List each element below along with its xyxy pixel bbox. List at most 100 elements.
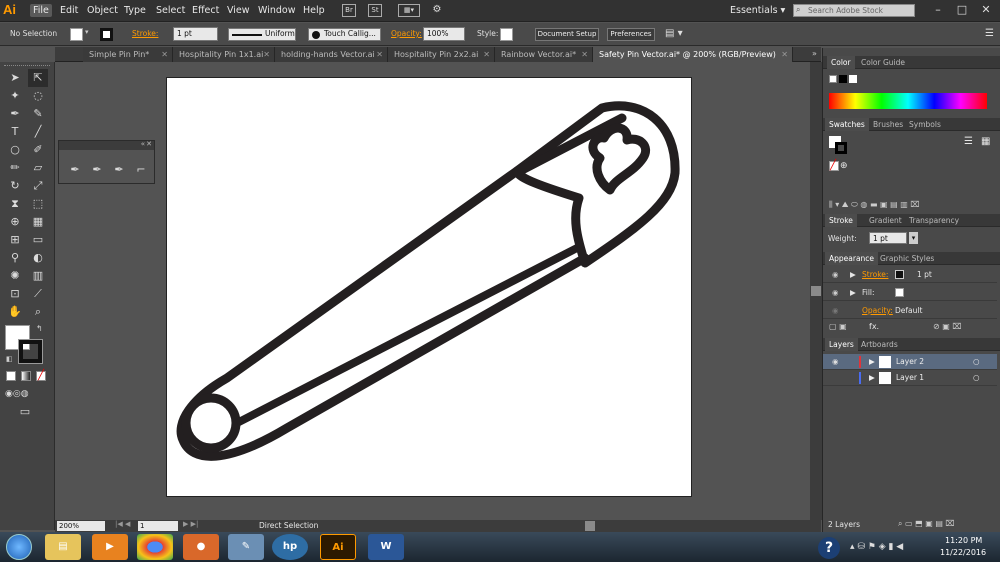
eyedropper-tool-icon[interactable]: ⚲ xyxy=(5,249,25,267)
system-tray-icons[interactable]: ▴ ⛁ ⚑ ◈ ▮ ◀ xyxy=(850,542,903,552)
appearance-stroke-swatch[interactable] xyxy=(895,270,904,279)
tab-hospitality-1x1[interactable]: Hospitality Pin 1x1.ai ✕ xyxy=(173,47,275,62)
tabs-overflow-icon[interactable]: » xyxy=(812,49,817,58)
arrange-icon[interactable]: ▤ ▾ xyxy=(665,27,683,41)
target-circle-icon[interactable]: ○ xyxy=(973,370,980,386)
white-swatch[interactable] xyxy=(849,75,857,83)
shape-builder-tool-icon[interactable]: ⊕ xyxy=(5,213,25,231)
layer-name[interactable]: Layer 1 xyxy=(896,370,924,386)
gradient-mode-button[interactable] xyxy=(21,371,31,381)
mesh-tool-icon[interactable]: ⊞ xyxy=(5,231,25,249)
menu-edit[interactable]: Edit xyxy=(57,4,81,17)
tab-safety-pin[interactable]: Safety Pin Vector.ai* @ 200% (RGB/Previe… xyxy=(593,47,793,62)
tab-swatches[interactable]: Swatches xyxy=(825,118,869,131)
tab-color[interactable]: Color xyxy=(827,56,855,69)
swatches-footer-icons[interactable]: ⫼ ▾ ⛰ ⬭ ◍ ▬ ▣ ▤ ▥ ⌧ xyxy=(829,200,920,210)
weight-dropdown-icon[interactable]: ▾ xyxy=(909,232,918,244)
layers-footer-icons[interactable]: ⌕ ▭ ⬒ ▣ ▤ ⌧ xyxy=(898,519,955,529)
expand-arrow-icon[interactable]: ▶ xyxy=(869,354,875,370)
pen-tool-icon[interactable]: ✒ xyxy=(65,161,85,179)
style-swatch[interactable] xyxy=(500,28,513,41)
menu-type[interactable]: Type xyxy=(121,4,149,17)
clear-appearance-icon[interactable]: ⊘ ▣ ⌧ xyxy=(933,322,962,331)
expand-arrow-icon[interactable]: ▶ xyxy=(869,370,875,386)
hand-tool-icon[interactable]: ✋ xyxy=(5,303,25,321)
close-tab-icon[interactable]: ✕ xyxy=(161,47,168,62)
help-icon[interactable]: ? xyxy=(818,537,840,559)
grid-view-icon[interactable]: ▦ xyxy=(981,136,990,147)
scale-tool-icon[interactable]: ⤢ xyxy=(28,177,48,195)
arrange-documents-icon[interactable]: ▦▾ xyxy=(398,4,420,17)
safety-pin-artwork[interactable] xyxy=(167,78,693,498)
curvature-tool-icon[interactable]: ✎ xyxy=(28,105,48,123)
collapse-icon[interactable]: « xyxy=(141,140,145,148)
visibility-eye-icon[interactable]: ◉ xyxy=(832,266,839,283)
pen-tool-icon[interactable]: ✒ xyxy=(5,105,25,123)
swap-colors-icon[interactable]: ↰ xyxy=(36,324,43,333)
hp-icon[interactable]: hp xyxy=(272,534,308,560)
width-tool-icon[interactable]: ⧗ xyxy=(5,195,25,213)
column-graph-tool-icon[interactable]: ▥ xyxy=(28,267,48,285)
close-button[interactable]: ✕ xyxy=(979,3,993,17)
stroke-label[interactable]: Stroke: xyxy=(132,27,158,41)
artboard-tool-icon[interactable]: ⊡ xyxy=(5,285,25,303)
swatch-stroke-preview[interactable] xyxy=(835,142,847,154)
line-tool-icon[interactable]: ╱ xyxy=(28,123,48,141)
appearance-opacity-label[interactable]: Opacity: xyxy=(862,302,893,319)
anchor-point-tool-icon[interactable]: ⌐ xyxy=(131,161,151,179)
menu-file[interactable]: File xyxy=(30,4,52,17)
tab-transparency[interactable]: Transparency xyxy=(905,214,963,227)
bridge-button[interactable]: Br xyxy=(342,4,356,17)
default-colors-icon[interactable]: ◧ xyxy=(6,355,13,363)
tab-holding-hands[interactable]: holding-hands Vector.ai ✕ xyxy=(275,47,388,62)
artboard-nav-first-icon[interactable]: |◀ ◀ xyxy=(115,520,130,528)
expand-arrow-icon[interactable]: ▶ xyxy=(850,284,856,301)
target-circle-icon[interactable]: ○ xyxy=(973,354,980,370)
appearance-stroke-label[interactable]: Stroke: xyxy=(862,266,888,283)
gpu-performance-icon[interactable]: ⚙ xyxy=(430,4,444,17)
word-taskbar-icon[interactable]: W xyxy=(368,534,404,560)
color-mode-button[interactable] xyxy=(6,371,16,381)
tab-rainbow[interactable]: Rainbow Vector.ai* ✕ xyxy=(495,47,593,62)
menu-object[interactable]: Object xyxy=(84,4,121,17)
zoom-field[interactable]: 200% xyxy=(57,521,105,531)
clock-time[interactable]: 11:20 PM xyxy=(945,536,982,545)
vertical-scroll-thumb[interactable] xyxy=(811,286,821,296)
menu-effect[interactable]: Effect xyxy=(189,4,222,17)
tab-graphic-styles[interactable]: Graphic Styles xyxy=(876,252,938,265)
appearance-fill-row[interactable]: ◉ ▶ Fill: xyxy=(823,284,997,301)
add-anchor-tool-icon[interactable]: ✒ xyxy=(87,161,107,179)
horizontal-scroll-thumb[interactable] xyxy=(585,521,595,531)
media-player-icon[interactable]: ▶ xyxy=(92,534,128,560)
zoom-tool-icon[interactable]: ⌕ xyxy=(28,303,48,321)
start-button[interactable] xyxy=(6,534,32,560)
search-stock-input[interactable]: Search Adobe Stock xyxy=(793,4,915,17)
artboard-nav-last-icon[interactable]: ▶ ▶| xyxy=(183,520,198,528)
registration-swatch-icon[interactable]: ⊕ xyxy=(840,161,848,171)
close-tab-icon[interactable]: ✕ xyxy=(483,47,490,62)
fx-button[interactable]: fx. xyxy=(869,322,879,331)
appearance-stroke-row[interactable]: ◉ ▶ Stroke: 1 pt xyxy=(823,266,997,283)
stroke-color-box[interactable] xyxy=(18,339,43,364)
close-tab-icon[interactable]: ✕ xyxy=(263,47,270,62)
direct-selection-tool-icon[interactable]: ⇱ xyxy=(28,69,48,87)
delete-anchor-tool-icon[interactable]: ✒ xyxy=(109,161,129,179)
selection-tool-icon[interactable]: ➤ xyxy=(5,69,25,87)
weight-field[interactable]: 1 pt xyxy=(869,232,907,244)
tab-hospitality-2x2[interactable]: Hospitality Pin 2x2.ai ✕ xyxy=(388,47,495,62)
fill-swatch[interactable] xyxy=(70,28,83,41)
minimize-button[interactable]: – xyxy=(931,3,945,17)
preferences-button[interactable]: Preferences xyxy=(607,28,655,41)
brush-definition[interactable]: Touch Callig... xyxy=(308,28,381,41)
opacity-field[interactable]: 100% xyxy=(423,27,465,41)
visibility-eye-icon[interactable]: ◉ xyxy=(832,354,839,370)
pencil-tool-icon[interactable]: ✏ xyxy=(5,159,25,177)
blend-tool-icon[interactable]: ◐ xyxy=(28,249,48,267)
horizontal-scrollbar[interactable] xyxy=(370,520,810,532)
tab-stroke[interactable]: Stroke xyxy=(825,214,857,227)
vertical-scrollbar[interactable] xyxy=(810,62,822,520)
perspective-grid-tool-icon[interactable]: ▦ xyxy=(28,213,48,231)
illustrator-taskbar-icon[interactable]: Ai xyxy=(320,534,356,560)
eraser-tool-icon[interactable]: ▱ xyxy=(28,159,48,177)
screen-mode-icon[interactable]: ▭ xyxy=(15,403,35,421)
